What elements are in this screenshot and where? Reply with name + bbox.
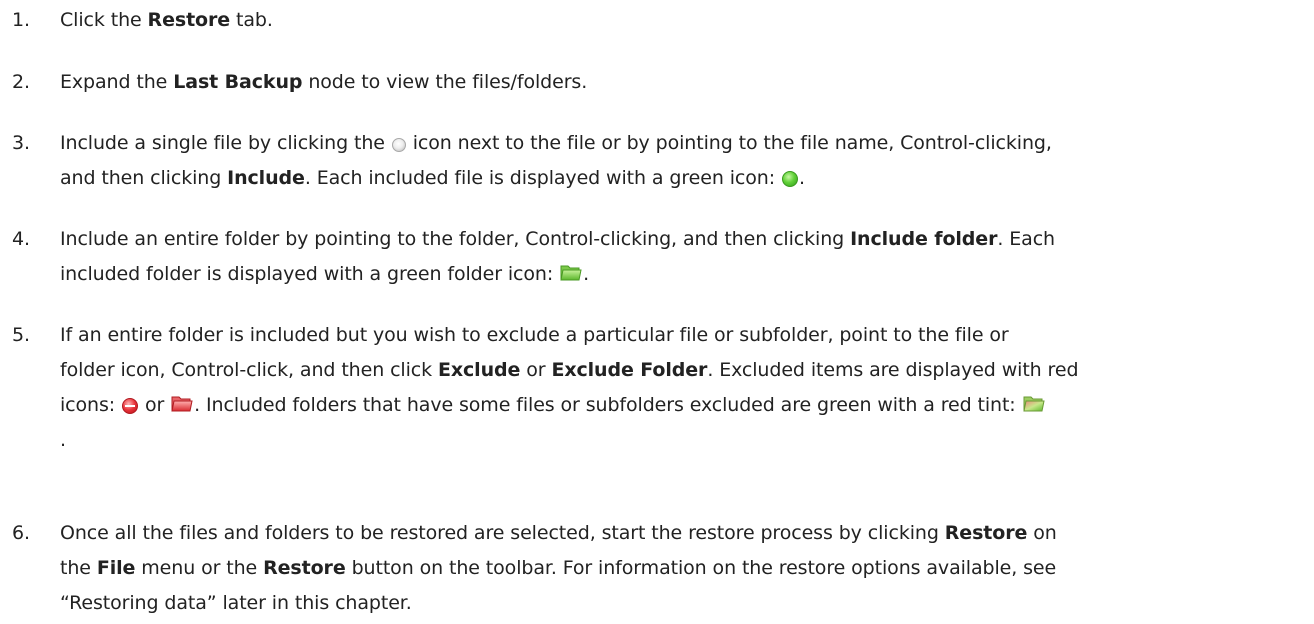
step-number: 5. [12,324,30,346]
file-menu-term: File [96,557,136,579]
step-number: 6. [12,522,30,544]
red-folder-icon [171,390,193,424]
red-circle-icon [122,398,139,414]
step-text-line-3: icons: or . Included folders that have s… [60,388,1046,424]
include-folder-term: Include folder [850,228,998,250]
step-text-line-1: Once all the files and folders to be res… [60,522,1057,544]
restore-command-term: Restore [944,522,1028,544]
step-text-line-1: If an entire folder is included but you … [60,324,1009,346]
step-number: 2. [12,71,30,93]
step-text-line-4: . [60,429,66,451]
step-number: 4. [12,228,30,250]
step-number: 1. [12,9,30,31]
step-text-line-2: and then clicking Include. Each included… [60,167,805,189]
step-text-line-1: Include an entire folder by pointing to … [60,228,1055,250]
green-red-tint-folder-icon [1022,390,1045,424]
step-text-line-1: Include a single file by clicking the ic… [60,132,1052,154]
last-backup-term: Last Backup [173,71,303,93]
step-text-line-2: included folder is displayed with a gree… [60,257,589,293]
document-page: 1. Click the Restore tab. 2. Expand the … [0,0,1314,624]
include-term: Include [227,167,305,189]
green-circle-icon [781,171,798,187]
step-number: 3. [12,132,30,154]
step-text-line-2: the File menu or the Restore button on t… [60,557,1057,579]
step-text: Click the Restore tab. [60,9,273,31]
step-text-line-3: “Restoring data” later in this chapter. [60,592,412,614]
exclude-term: Exclude [437,359,521,381]
unselected-circle-icon [391,138,406,152]
restore-tab-term: Restore [147,9,231,31]
step-text-line-2: folder icon, Control-click, and then cli… [60,359,1079,381]
green-folder-icon [560,259,582,293]
exclude-folder-term: Exclude Folder [551,359,708,381]
step-text: Expand the Last Backup node to view the … [60,71,588,93]
restore-button-term: Restore [263,557,346,579]
